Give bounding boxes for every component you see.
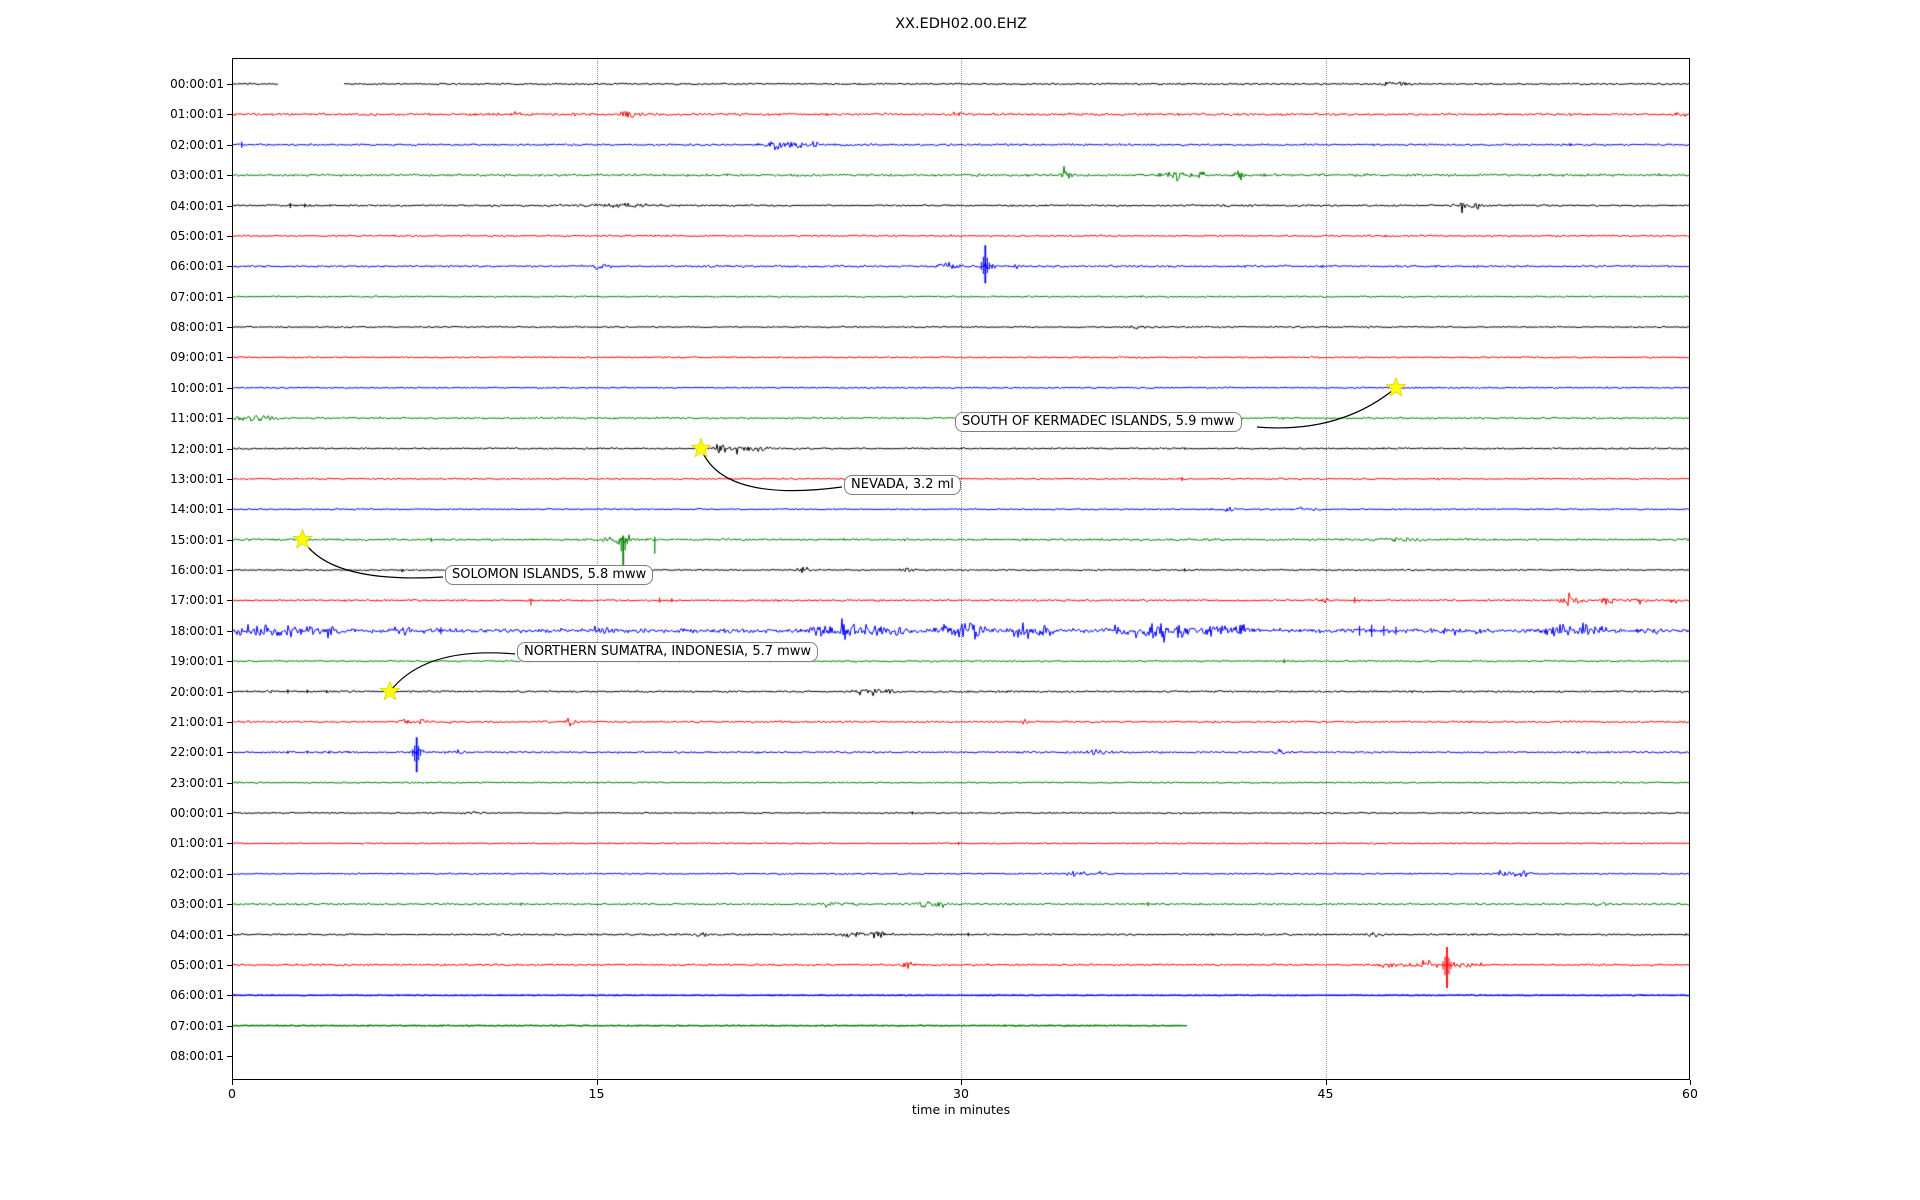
y-tick-mark (227, 388, 232, 389)
row-time-label: 13:00:01 (134, 472, 224, 486)
y-tick-mark (227, 965, 232, 966)
y-tick-mark (227, 297, 232, 298)
row-time-label: 03:00:01 (134, 168, 224, 182)
y-tick-mark (227, 418, 232, 419)
y-tick-mark (227, 570, 232, 571)
y-tick-mark (227, 266, 232, 267)
row-time-label: 11:00:01 (134, 411, 224, 425)
seismogram-figure: XX.EDH02.00.EHZ 00:00:01 01:00:01 02:00:01… (0, 0, 1920, 1200)
y-tick-mark (227, 84, 232, 85)
row-time-label: 07:00:01 (134, 1019, 224, 1033)
row-time-label: 14:00:01 (134, 502, 224, 516)
row-time-label: 15:00:01 (134, 533, 224, 547)
row-time-label: 23:00:01 (134, 776, 224, 790)
y-tick-mark (227, 783, 232, 784)
event-annotation-box: SOLOMON ISLANDS, 5.8 mww (445, 565, 653, 585)
row-time-label: 19:00:01 (134, 654, 224, 668)
row-time-label: 03:00:01 (134, 897, 224, 911)
row-time-label: 07:00:01 (134, 290, 224, 304)
row-time-label: 12:00:01 (134, 442, 224, 456)
x-tick-mark (597, 1080, 598, 1085)
row-time-label: 05:00:01 (134, 229, 224, 243)
x-tick-label: 30 (953, 1086, 969, 1101)
row-time-label: 08:00:01 (134, 1049, 224, 1063)
y-tick-mark (227, 904, 232, 905)
row-time-label: 06:00:01 (134, 259, 224, 273)
y-tick-mark (227, 600, 232, 601)
x-tick-label: 45 (1318, 1086, 1334, 1101)
y-tick-mark (227, 145, 232, 146)
y-tick-mark (227, 327, 232, 328)
row-time-label: 18:00:01 (134, 624, 224, 638)
row-time-label: 16:00:01 (134, 563, 224, 577)
row-time-label: 04:00:01 (134, 928, 224, 942)
y-tick-mark (227, 874, 232, 875)
row-time-label: 01:00:01 (134, 836, 224, 850)
y-tick-mark (227, 236, 232, 237)
row-time-label: 17:00:01 (134, 593, 224, 607)
y-tick-mark (227, 935, 232, 936)
row-time-label: 10:00:01 (134, 381, 224, 395)
y-tick-mark (227, 661, 232, 662)
x-tick-mark (961, 1080, 962, 1085)
row-time-label: 00:00:01 (134, 77, 224, 91)
event-annotation-box: SOUTH OF KERMADEC ISLANDS, 5.9 mww (955, 412, 1242, 432)
x-axis-label: time in minutes (232, 1102, 1690, 1117)
y-tick-mark (227, 449, 232, 450)
y-tick-mark (227, 692, 232, 693)
row-time-label: 02:00:01 (134, 138, 224, 152)
row-time-label: 01:00:01 (134, 107, 224, 121)
y-tick-mark (227, 357, 232, 358)
row-time-label: 06:00:01 (134, 988, 224, 1002)
row-time-label: 02:00:01 (134, 867, 224, 881)
event-annotation-box: NEVADA, 3.2 ml (844, 475, 961, 495)
x-tick-label: 60 (1682, 1086, 1698, 1101)
plot-title: XX.EDH02.00.EHZ (232, 16, 1690, 32)
x-tick-label: 0 (228, 1086, 236, 1101)
y-tick-mark (227, 206, 232, 207)
row-time-label: 05:00:01 (134, 958, 224, 972)
y-tick-mark (227, 1026, 232, 1027)
y-tick-mark (227, 479, 232, 480)
y-tick-mark (227, 1056, 232, 1057)
y-tick-mark (227, 752, 232, 753)
y-tick-mark (227, 995, 232, 996)
x-tick-mark (1690, 1080, 1691, 1085)
row-time-label: 04:00:01 (134, 199, 224, 213)
row-time-label: 00:00:01 (134, 806, 224, 820)
row-time-label: 21:00:01 (134, 715, 224, 729)
row-time-label: 08:00:01 (134, 320, 224, 334)
x-tick-label: 15 (589, 1086, 605, 1101)
y-tick-mark (227, 631, 232, 632)
x-tick-mark (232, 1080, 233, 1085)
event-annotation-box: NORTHERN SUMATRA, INDONESIA, 5.7 mww (517, 642, 818, 662)
y-tick-mark (227, 843, 232, 844)
row-time-label: 22:00:01 (134, 745, 224, 759)
y-tick-mark (227, 509, 232, 510)
y-tick-mark (227, 722, 232, 723)
x-tick-mark (1326, 1080, 1327, 1085)
y-tick-mark (227, 813, 232, 814)
row-time-label: 09:00:01 (134, 350, 224, 364)
y-tick-mark (227, 175, 232, 176)
row-time-label: 20:00:01 (134, 685, 224, 699)
y-tick-mark (227, 114, 232, 115)
y-tick-mark (227, 540, 232, 541)
